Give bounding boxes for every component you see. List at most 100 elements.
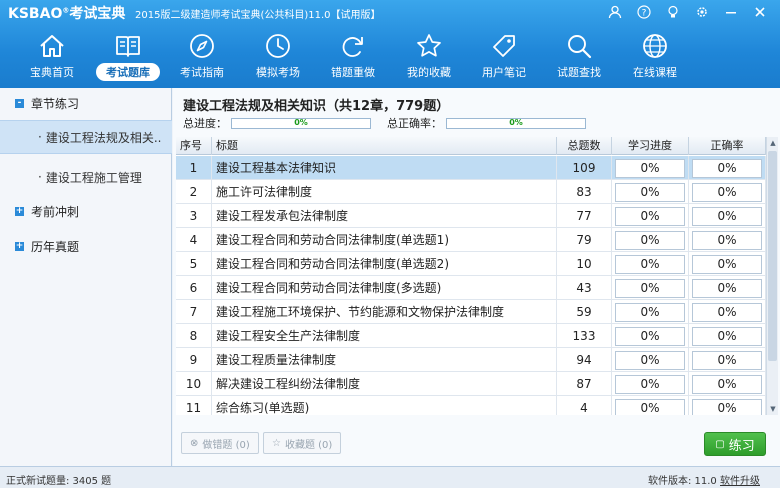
row-title: 建设工程施工环境保护、节约能源和文物保护法律制度 bbox=[212, 300, 557, 324]
row-number: 2 bbox=[176, 180, 212, 204]
globe-icon bbox=[643, 34, 667, 58]
row-count: 59 bbox=[557, 300, 612, 324]
row-accuracy-cell: 0% bbox=[689, 204, 766, 228]
sidebar-section-chapter-practice[interactable]: - 章节练习 bbox=[0, 88, 172, 118]
subject-title: 建设工程法规及相关知识（共12章，779题） bbox=[183, 99, 450, 114]
toolbar-search[interactable]: 试题查找 bbox=[541, 28, 617, 84]
table-row[interactable]: 5 建设工程合同和劳动合同法律制度(单选题2) 10 0% 0% bbox=[176, 252, 766, 276]
row-progress: 0% bbox=[615, 350, 685, 370]
toolbar-home-label: 宝典首页 bbox=[30, 66, 74, 79]
sidebar-item-label: 建设工程施工管理 bbox=[45, 170, 142, 185]
expand-icon: + bbox=[15, 240, 24, 251]
toolbar-notes-label: 用户笔记 bbox=[482, 66, 526, 79]
play-icon: ▢ bbox=[715, 438, 725, 450]
row-number: 3 bbox=[176, 204, 212, 228]
toolbar-mock-exam[interactable]: 模拟考场 bbox=[240, 28, 316, 84]
sidebar-item-law[interactable]: · 建设工程法规及相关.. bbox=[0, 120, 172, 154]
total-accuracy: 总正确率： 0% bbox=[387, 116, 586, 130]
table-row[interactable]: 11 综合练习(单选题) 4 0% 0% bbox=[176, 396, 766, 415]
user-icon[interactable] bbox=[600, 2, 629, 22]
row-title: 建设工程合同和劳动合同法律制度(单选题1) bbox=[212, 228, 557, 252]
row-progress: 0% bbox=[615, 398, 685, 415]
row-accuracy-cell: 0% bbox=[689, 324, 766, 348]
row-accuracy: 0% bbox=[692, 278, 762, 298]
row-count: 94 bbox=[557, 348, 612, 372]
row-accuracy: 0% bbox=[692, 302, 762, 322]
toolbar-guide-label: 考试指南 bbox=[180, 66, 224, 79]
toolbar-guide[interactable]: 考试指南 bbox=[164, 28, 240, 84]
table-row[interactable]: 8 建设工程安全生产法律制度 133 0% 0% bbox=[176, 324, 766, 348]
row-count: 83 bbox=[557, 180, 612, 204]
toolbar-redo-wrong[interactable]: 错题重做 bbox=[315, 28, 391, 84]
toolbar-home[interactable]: 宝典首页 bbox=[14, 28, 90, 84]
table-row[interactable]: 2 施工许可法律制度 83 0% 0% bbox=[176, 180, 766, 204]
close-icon[interactable] bbox=[745, 2, 774, 22]
toolbar-mock-exam-label: 模拟考场 bbox=[256, 66, 300, 79]
row-progress-cell: 0% bbox=[612, 180, 689, 204]
table-row[interactable]: 3 建设工程发承包法律制度 77 0% 0% bbox=[176, 204, 766, 228]
row-count: 77 bbox=[557, 204, 612, 228]
redo-icon bbox=[342, 37, 363, 57]
table-row[interactable]: 6 建设工程合同和劳动合同法律制度(多选题) 43 0% 0% bbox=[176, 276, 766, 300]
row-accuracy-cell: 0% bbox=[689, 300, 766, 324]
settings-icon[interactable] bbox=[687, 2, 716, 22]
scroll-thumb[interactable] bbox=[768, 151, 777, 361]
row-progress-cell: 0% bbox=[612, 372, 689, 396]
toolbar-favorites-label: 我的收藏 bbox=[407, 66, 451, 79]
upgrade-link[interactable]: 软件升级 bbox=[720, 476, 760, 487]
row-progress-cell: 0% bbox=[612, 300, 689, 324]
row-accuracy-cell: 0% bbox=[689, 228, 766, 252]
help-icon[interactable]: ? bbox=[629, 2, 658, 22]
toolbar-question-bank[interactable]: 考试题库 bbox=[90, 28, 166, 84]
sidebar-section-past-exams[interactable]: + 历年真题 bbox=[0, 231, 172, 261]
tip-icon[interactable] bbox=[658, 2, 687, 22]
minimize-icon[interactable] bbox=[716, 2, 745, 22]
row-progress-cell: 0% bbox=[612, 276, 689, 300]
star-icon bbox=[417, 34, 441, 57]
window-title: 2015版二级建造师考试宝典(公共科目)11.0【试用版】 bbox=[135, 10, 381, 21]
row-accuracy-cell: 0% bbox=[689, 180, 766, 204]
table-row[interactable]: 4 建设工程合同和劳动合同法律制度(单选题1) 79 0% 0% bbox=[176, 228, 766, 252]
row-progress-cell: 0% bbox=[612, 252, 689, 276]
row-progress: 0% bbox=[615, 182, 685, 202]
home-icon bbox=[40, 35, 64, 57]
total-progress: 总进度： 0% bbox=[183, 116, 371, 130]
row-progress-cell: 0% bbox=[612, 396, 689, 415]
row-accuracy: 0% bbox=[692, 206, 762, 226]
table-row[interactable]: 9 建设工程质量法律制度 94 0% 0% bbox=[176, 348, 766, 372]
scroll-up-icon[interactable]: ▲ bbox=[767, 137, 779, 149]
total-progress-label: 总进度： bbox=[183, 117, 227, 130]
row-progress-cell: 0% bbox=[612, 348, 689, 372]
sidebar-section-sprint[interactable]: + 考前冲刺 bbox=[0, 196, 172, 226]
title-bar: KSBAO®考试宝典 2015版二级建造师考试宝典(公共科目)11.0【试用版】… bbox=[0, 0, 780, 24]
toolbar-online-course[interactable]: 在线课程 bbox=[617, 28, 693, 84]
row-title: 建设工程合同和劳动合同法律制度(单选题2) bbox=[212, 252, 557, 276]
sidebar-item-label: 建设工程法规及相关.. bbox=[45, 130, 162, 145]
column-header-progress: 学习进度 bbox=[612, 137, 689, 155]
row-progress: 0% bbox=[615, 158, 685, 178]
row-progress: 0% bbox=[615, 230, 685, 250]
table-row[interactable]: 7 建设工程施工环境保护、节约能源和文物保护法律制度 59 0% 0% bbox=[176, 300, 766, 324]
wrong-questions-button[interactable]: ⊗ 做错题 (0) bbox=[181, 432, 259, 454]
row-title: 建设工程基本法律知识 bbox=[212, 156, 557, 180]
row-title: 综合练习(单选题) bbox=[212, 396, 557, 415]
row-title: 建设工程发承包法律制度 bbox=[212, 204, 557, 228]
row-accuracy: 0% bbox=[692, 374, 762, 394]
table-row[interactable]: 10 解决建设工程纠纷法律制度 87 0% 0% bbox=[176, 372, 766, 396]
total-accuracy-bar: 0% bbox=[446, 117, 586, 129]
toolbar-favorites[interactable]: 我的收藏 bbox=[391, 28, 467, 84]
toolbar-notes[interactable]: 用户笔记 bbox=[466, 28, 542, 84]
row-progress: 0% bbox=[615, 374, 685, 394]
row-title: 解决建设工程纠纷法律制度 bbox=[212, 372, 557, 396]
row-accuracy-cell: 0% bbox=[689, 396, 766, 415]
toolbar-online-course-label: 在线课程 bbox=[633, 66, 677, 79]
table-scrollbar[interactable]: ▲ ▼ bbox=[766, 137, 778, 415]
practice-button[interactable]: ▢ 练习 bbox=[704, 432, 766, 456]
favorite-questions-button[interactable]: ☆ 收藏题 (0) bbox=[263, 432, 342, 454]
table-row[interactable]: 1 建设工程基本法律知识 109 0% 0% bbox=[176, 156, 766, 180]
sidebar-item-management[interactable]: · 建设工程施工管理 bbox=[0, 160, 172, 194]
wrong-questions-icon: ⊗ bbox=[190, 437, 199, 449]
svg-text:?: ? bbox=[641, 9, 646, 19]
row-accuracy: 0% bbox=[692, 398, 762, 415]
scroll-down-icon[interactable]: ▼ bbox=[767, 403, 779, 415]
